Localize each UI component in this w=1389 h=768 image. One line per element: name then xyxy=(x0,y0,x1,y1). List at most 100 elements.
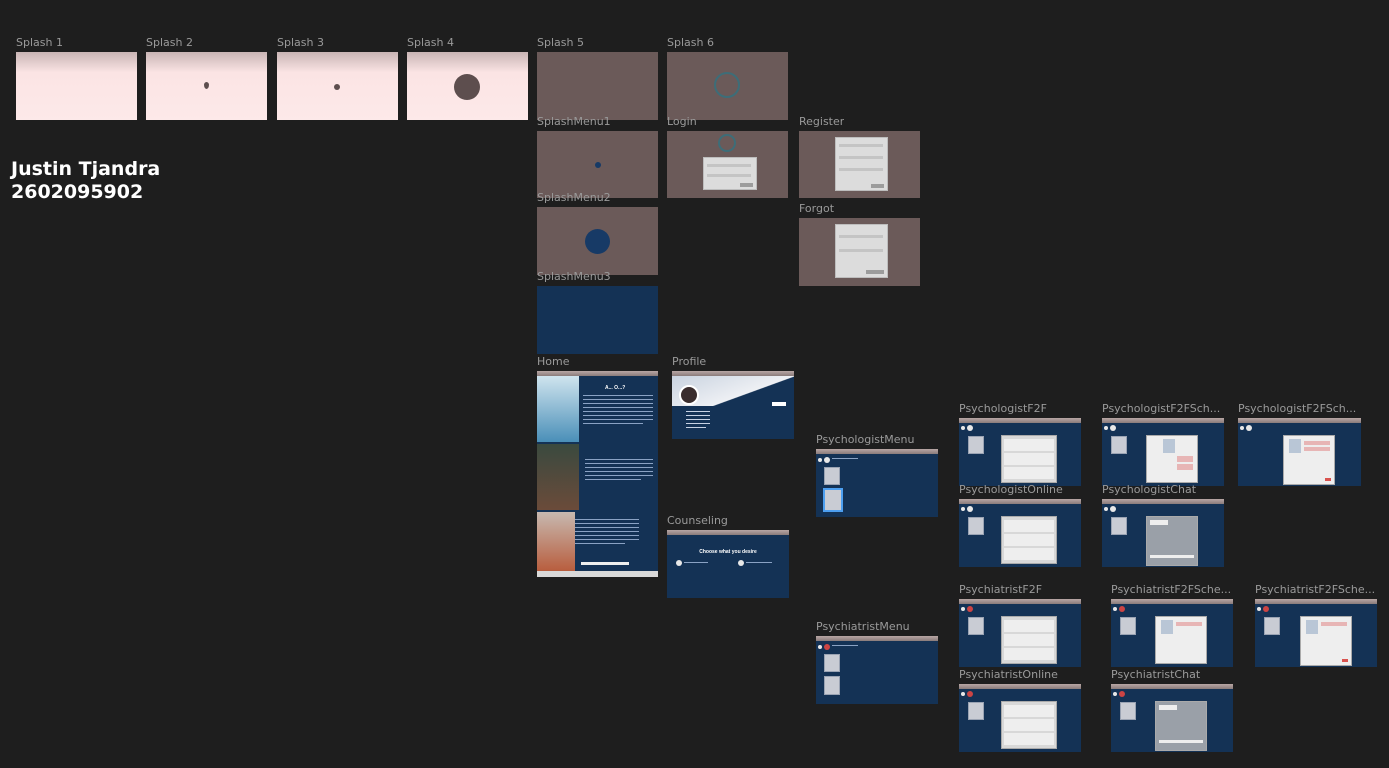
counseling-navbar xyxy=(667,530,789,535)
frame-label-psychologist-menu: PsychologistMenu xyxy=(816,433,915,446)
frame-label-psychologist-chat: PsychologistChat xyxy=(1102,483,1197,496)
dot-shape xyxy=(595,162,601,168)
frame-splash4[interactable] xyxy=(407,52,528,120)
frame-splash5[interactable] xyxy=(537,52,658,120)
author-name: Justin Tjandra xyxy=(11,158,161,180)
frame-label-splash6: Splash 6 xyxy=(667,36,714,49)
psychologist-avatar[interactable] xyxy=(676,560,682,566)
doctor-list-panel xyxy=(1001,435,1057,483)
frame-psychiatrist-f2f-sche1[interactable] xyxy=(1111,599,1233,667)
frame-label-psychologist-f2f-sch2: PsychologistF2FSch... xyxy=(1238,402,1357,415)
frame-label-psychiatrist-f2f-sche1: PsychiatristF2FSche... xyxy=(1111,583,1232,596)
frame-label-splash3: Splash 3 xyxy=(277,36,324,49)
frame-profile[interactable] xyxy=(672,371,794,439)
frame-label-psychiatrist-online: PsychiatristOnline xyxy=(959,668,1058,681)
frame-psychologist-f2f[interactable] xyxy=(959,418,1081,486)
frame-psychologist-online[interactable] xyxy=(959,499,1081,567)
frame-label-splashmenu1: SplashMenu1 xyxy=(537,115,611,128)
frame-psychiatrist-online[interactable] xyxy=(959,684,1081,752)
doctor-list-panel xyxy=(1001,516,1057,564)
schedule-panel xyxy=(1300,616,1352,666)
forgot-form-card xyxy=(835,224,888,278)
frame-splash2[interactable] xyxy=(146,52,267,120)
frame-label-psychiatrist-f2f: PsychiatristF2F xyxy=(959,583,1043,596)
back-icon[interactable] xyxy=(961,607,965,611)
frame-psychiatrist-f2f[interactable] xyxy=(959,599,1081,667)
frame-label-splashmenu2: SplashMenu2 xyxy=(537,191,611,204)
chat-panel xyxy=(1155,701,1207,751)
frame-splashmenu2[interactable] xyxy=(537,207,658,275)
frame-label-psychologist-online: PsychologistOnline xyxy=(959,483,1063,496)
home-footer xyxy=(537,571,658,577)
frame-label-splashmenu3: SplashMenu3 xyxy=(537,270,611,283)
chat-panel xyxy=(1146,516,1198,566)
frame-label-login: Login xyxy=(667,115,697,128)
frame-label-register: Register xyxy=(799,115,845,128)
frame-psychologist-f2f-sch1[interactable] xyxy=(1102,418,1224,486)
home-title: A... O...? xyxy=(605,385,626,391)
back-icon[interactable] xyxy=(818,458,822,462)
frame-label-splash5: Splash 5 xyxy=(537,36,584,49)
doctor-image xyxy=(537,376,579,442)
circle-shape xyxy=(454,74,480,100)
frame-label-splash1: Splash 1 xyxy=(16,36,63,49)
frame-label-splash4: Splash 4 xyxy=(407,36,454,49)
frame-splash3[interactable] xyxy=(277,52,398,120)
back-icon[interactable] xyxy=(1104,507,1108,511)
online-option-card[interactable] xyxy=(824,676,840,695)
frame-psychologist-f2f-sch2[interactable] xyxy=(1238,418,1361,486)
frame-label-psychiatrist-menu: PsychiatristMenu xyxy=(816,620,910,633)
frame-splash1[interactable] xyxy=(16,52,137,120)
dot-shape xyxy=(334,84,340,90)
back-icon[interactable] xyxy=(961,507,965,511)
psychiatrist-avatar[interactable] xyxy=(738,560,744,566)
back-icon[interactable] xyxy=(1113,692,1117,696)
back-icon[interactable] xyxy=(818,645,822,649)
frame-label-counseling: Counseling xyxy=(667,514,728,527)
doctor-list-panel xyxy=(1001,701,1057,749)
logo-ring-icon xyxy=(718,134,736,152)
back-icon[interactable] xyxy=(1113,607,1117,611)
profile-avatar xyxy=(679,385,699,405)
edit-profile-button[interactable] xyxy=(772,402,786,406)
frame-psychologist-menu[interactable] xyxy=(816,449,938,517)
frame-label-psychiatrist-f2f-sche2: PsychiatristF2FSche... xyxy=(1255,583,1376,596)
frame-forgot[interactable] xyxy=(799,218,920,286)
f2f-option-card[interactable] xyxy=(824,467,840,485)
frame-label-forgot: Forgot xyxy=(799,202,835,215)
back-icon[interactable] xyxy=(1240,426,1244,430)
frame-label-splash2: Splash 2 xyxy=(146,36,193,49)
frame-counseling[interactable]: Choose what you desire xyxy=(667,530,789,598)
frame-psychiatrist-chat[interactable] xyxy=(1111,684,1233,752)
schedule-panel xyxy=(1155,616,1207,664)
counseling-heading: Choose what you desire xyxy=(699,549,757,555)
login-form-card xyxy=(703,157,757,190)
frame-splashmenu1[interactable] xyxy=(537,131,658,198)
schedule-panel xyxy=(1283,435,1335,485)
frame-label-profile: Profile xyxy=(672,355,707,368)
frame-psychiatrist-f2f-sche2[interactable] xyxy=(1255,599,1377,667)
frame-label-psychiatrist-chat: PsychiatristChat xyxy=(1111,668,1201,681)
back-icon[interactable] xyxy=(1104,426,1108,430)
f2f-option-card[interactable] xyxy=(824,654,840,672)
back-icon[interactable] xyxy=(961,692,965,696)
author-block: Justin Tjandra 2602095902 xyxy=(11,158,160,204)
frame-label-psychologist-f2f-sch1: PsychologistF2FSch... xyxy=(1102,402,1221,415)
frame-label-psychologist-f2f: PsychologistF2F xyxy=(959,402,1047,415)
home-input-bar xyxy=(581,562,629,565)
back-icon[interactable] xyxy=(1257,607,1261,611)
family-image xyxy=(537,512,575,572)
frame-psychiatrist-menu[interactable] xyxy=(816,636,938,704)
frame-home[interactable]: A... O...? xyxy=(537,371,658,577)
frame-splashmenu3[interactable] xyxy=(537,286,658,354)
frame-splash6[interactable] xyxy=(667,52,788,120)
online-option-card[interactable] xyxy=(823,488,843,512)
doctor-list-panel xyxy=(1001,616,1057,664)
back-icon[interactable] xyxy=(961,426,965,430)
frame-login[interactable] xyxy=(667,131,788,198)
frame-label-home: Home xyxy=(537,355,570,368)
frame-psychologist-chat[interactable] xyxy=(1102,499,1224,567)
frame-register[interactable] xyxy=(799,131,920,198)
counseling-image xyxy=(537,444,579,510)
schedule-panel xyxy=(1146,435,1198,483)
